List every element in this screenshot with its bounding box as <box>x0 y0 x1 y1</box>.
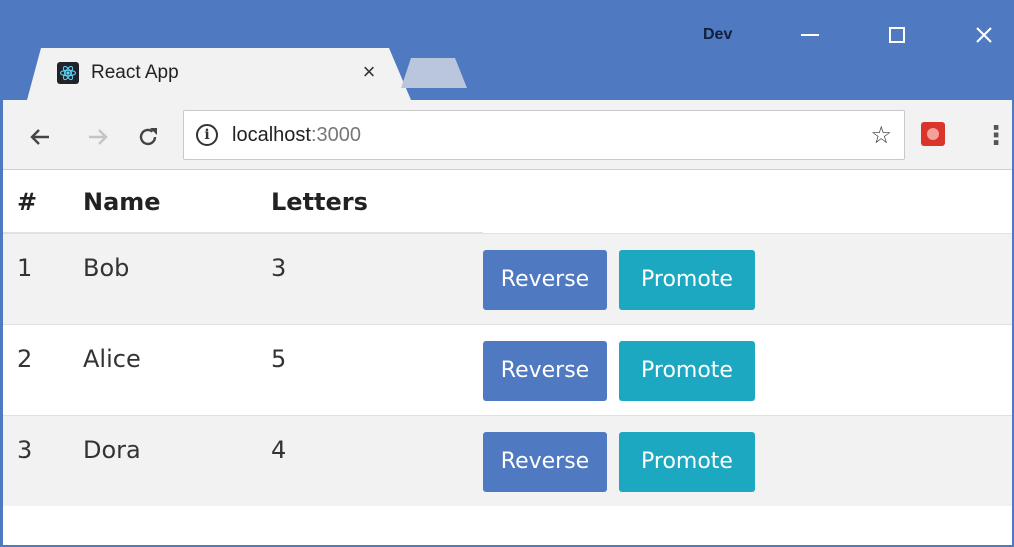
kebab-menu-icon[interactable]: ⋮ <box>983 118 1009 152</box>
promote-button[interactable]: Promote <box>619 249 755 310</box>
browser-window: React App × Dev i localhost:3000 ☆ ⋮ # N… <box>0 0 1014 547</box>
tab-close-icon[interactable]: × <box>357 58 381 86</box>
people-table: # Name Letters 1 Bob 3 ReversePromote 2 <box>3 171 1012 506</box>
info-icon[interactable]: i <box>196 124 218 146</box>
promote-button[interactable]: Promote <box>619 431 755 492</box>
extension-icon[interactable] <box>921 122 945 146</box>
cell-index: 2 <box>17 344 33 373</box>
new-tab-button[interactable] <box>401 58 467 88</box>
page-content: # Name Letters 1 Bob 3 ReversePromote 2 <box>3 171 1012 543</box>
header-number: # <box>3 171 83 234</box>
cell-letters: 4 <box>271 435 287 464</box>
title-bar: React App × Dev <box>3 0 1012 100</box>
tab-title: React App <box>91 62 179 83</box>
table-row: 1 Bob 3 Reverse Promote <box>3 233 1012 324</box>
cell-actions: Reverse Promote <box>483 324 1012 415</box>
tab-react-app[interactable]: React App × <box>27 48 411 100</box>
minimize-icon[interactable] <box>784 14 836 54</box>
cell-index: 1 <box>17 254 33 282</box>
table-header-row: # Name Letters <box>3 171 1012 234</box>
url-text: localhost:3000 <box>232 124 361 146</box>
table-row: 3 Dora 4 Reverse Promote <box>3 415 1012 506</box>
header-letters: Letters <box>271 171 483 234</box>
table-row: 2 Alice 5 Reverse Promote <box>3 324 1012 415</box>
cell-name: Alice <box>83 344 141 373</box>
cell-actions: Reverse Promote <box>483 233 1012 324</box>
reverse-button[interactable]: Reverse <box>483 431 607 492</box>
cell-actions: Reverse Promote <box>483 415 1012 506</box>
cell-index: 3 <box>17 435 33 464</box>
cell-name: Bob <box>83 254 130 282</box>
reverse-button[interactable]: Reverse <box>483 249 607 310</box>
reload-icon[interactable] <box>131 118 165 152</box>
arrow-right-icon[interactable] <box>81 118 115 152</box>
react-logo-icon <box>57 62 79 84</box>
close-window-icon[interactable] <box>958 14 1010 54</box>
header-name: Name <box>83 171 271 234</box>
address-bar[interactable]: i localhost:3000 ☆ <box>183 110 905 160</box>
browser-toolbar: i localhost:3000 ☆ ⋮ <box>3 100 1012 170</box>
header-actions <box>483 171 1012 233</box>
promote-button[interactable]: Promote <box>619 340 755 401</box>
cell-name: Dora <box>83 435 141 464</box>
maximize-icon[interactable] <box>871 14 923 54</box>
reverse-button[interactable]: Reverse <box>483 340 607 401</box>
arrow-left-icon[interactable] <box>23 118 57 152</box>
profile-label[interactable]: Dev <box>703 26 732 44</box>
cell-letters: 5 <box>271 344 287 373</box>
star-icon[interactable]: ☆ <box>870 121 892 150</box>
cell-letters: 3 <box>271 254 287 282</box>
